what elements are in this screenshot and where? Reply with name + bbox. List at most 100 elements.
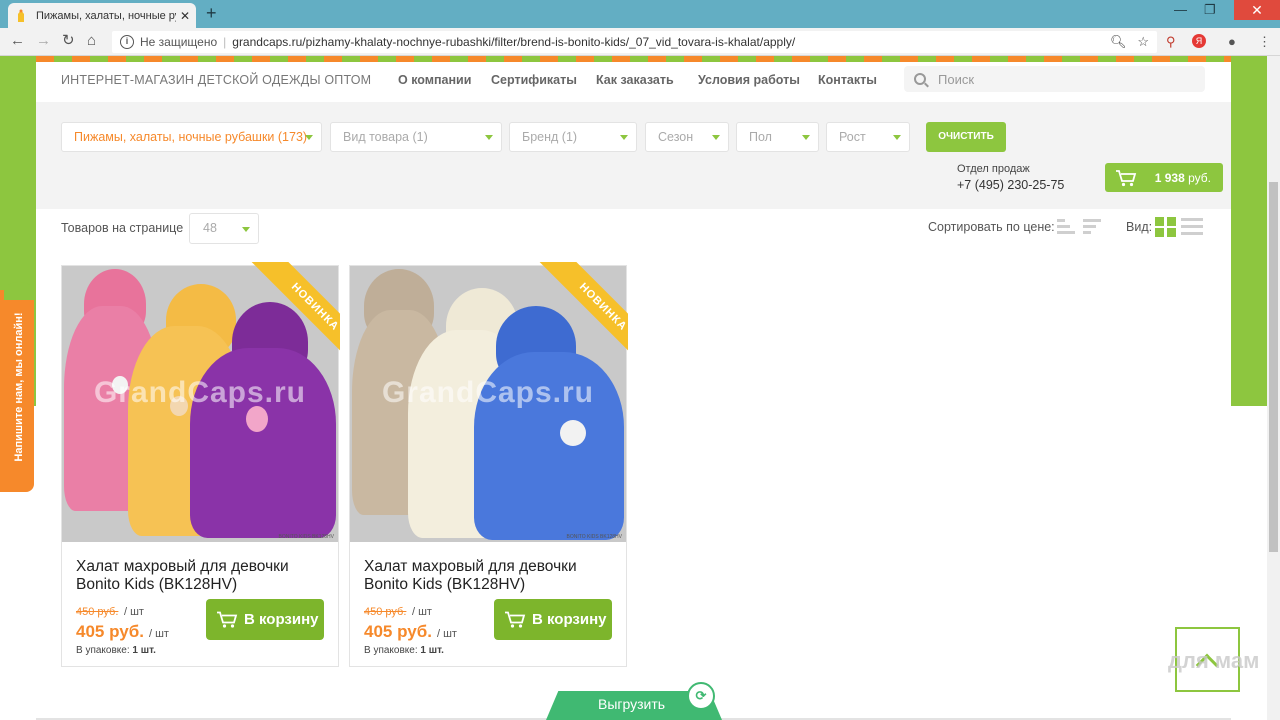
product-card[interactable]: GrandCaps.ru BONITO KIDS BK128HV НОВИНКА… (61, 262, 340, 667)
filter-season-dropdown[interactable]: Сезон (645, 122, 729, 152)
old-price-unit: / шт (124, 606, 144, 618)
security-status: Не защищено (140, 35, 218, 49)
filter-type-dropdown[interactable]: Вид товара (1) (330, 122, 502, 152)
price-unit: / шт (149, 628, 169, 640)
product-card[interactable]: GrandCaps.ru BONITO KIDS BK128HV НОВИНКА… (349, 262, 628, 667)
filter-panel: Пижамы, халаты, ночные рубашки (173) Вид… (36, 102, 1231, 209)
search-input[interactable]: Поиск (904, 66, 1205, 92)
cart-currency: руб. (1188, 171, 1211, 185)
filter-gender-label: Пол (749, 130, 772, 144)
filter-gender-dropdown[interactable]: Пол (736, 122, 819, 152)
zoom-icon[interactable]: 🔍︎ (1110, 34, 1127, 49)
url-text: grandcaps.ru/pizhamy-khalaty-nochnye-rub… (232, 35, 796, 49)
bookmark-star-icon[interactable]: ☆ (1137, 34, 1149, 49)
add-to-cart-button[interactable]: В корзину (494, 599, 612, 640)
search-icon (914, 73, 926, 85)
new-badge-label: НОВИНКА (533, 262, 628, 377)
filter-category-label: Пижамы, халаты, ночные рубашки (173) (74, 130, 308, 144)
home-icon[interactable]: ⌂ (87, 33, 96, 49)
new-badge: НОВИНКА (510, 262, 628, 380)
back-icon[interactable]: ← (10, 33, 25, 49)
product-name[interactable]: Халат махровый для девочки Bonito Kids (… (76, 558, 326, 594)
filter-category-dropdown[interactable]: Пижамы, халаты, ночные рубашки (173) (61, 122, 322, 152)
scrollbar-thumb[interactable] (1269, 182, 1278, 552)
new-tab-button[interactable]: + (206, 4, 217, 22)
reload-icon[interactable]: ↻ (62, 33, 75, 49)
pack-label: В упаковке: (364, 645, 418, 656)
list-view-icon[interactable] (1181, 217, 1203, 237)
image-caption: BONITO KIDS BK128HV (278, 534, 334, 540)
cart-button[interactable]: 1 938 руб. (1105, 163, 1223, 192)
forward-icon[interactable]: → (36, 33, 51, 49)
image-watermark: GrandCaps.ru (381, 376, 595, 409)
sales-dept-label: Отдел продаж (957, 163, 1030, 175)
add-to-cart-button[interactable]: В корзину (206, 599, 324, 640)
filter-height-label: Рост (839, 130, 866, 144)
search-placeholder: Поиск (938, 71, 975, 87)
tab-close-icon[interactable]: ✕ (180, 9, 190, 23)
image-watermark: GrandCaps.ru (93, 376, 307, 409)
cart-total: 1 938 руб. (1155, 171, 1211, 185)
sort-ascending-icon[interactable] (1057, 217, 1077, 237)
cart-icon (505, 611, 526, 628)
old-price-unit: / шт (412, 606, 432, 618)
refresh-icon[interactable]: ⟳ (687, 682, 715, 710)
view-label: Вид: (1126, 220, 1153, 234)
chat-widget-label: Напишите нам, мы онлайн! (13, 312, 25, 462)
cart-icon (1116, 169, 1137, 186)
right-green-sidebar (1231, 56, 1267, 406)
account-icon[interactable]: ● (1228, 34, 1236, 49)
tab-title: Пижамы, халаты, ночные рубаш (36, 9, 176, 22)
minimize-button[interactable]: — (1174, 2, 1187, 17)
store-brand[interactable]: ИНТЕРНЕТ-МАГАЗИН ДЕТСКОЙ ОДЕЖДЫ ОПТОМ (61, 73, 371, 87)
site-favicon-icon (18, 9, 24, 22)
clear-filters-button[interactable]: ОЧИСТИТЬ (926, 122, 1006, 152)
sort-descending-icon[interactable] (1083, 217, 1103, 237)
grid-view-icon[interactable] (1155, 217, 1177, 238)
image-caption: BONITO KIDS BK128HV (566, 534, 622, 540)
add-to-cart-label: В корзину (244, 611, 319, 628)
browser-tab-bar: Пижамы, халаты, ночные рубаш ✕ + — ❐ ✕ (0, 0, 1280, 28)
per-page-dropdown[interactable]: 48 (189, 213, 259, 244)
filter-height-dropdown[interactable]: Рост (826, 122, 910, 152)
new-badge-label: НОВИНКА (245, 262, 340, 377)
sort-label: Сортировать по цене: (928, 220, 1055, 234)
nav-about[interactable]: О компании (398, 73, 471, 87)
omnibox-actions: 🔍︎ ☆ (1110, 34, 1149, 50)
chat-widget-tab[interactable]: Напишите нам, мы онлайн! (0, 282, 34, 492)
pack-value: 1 шт. (132, 645, 156, 656)
nav-terms[interactable]: Условия работы (698, 73, 800, 87)
pack-label: В упаковке: (76, 645, 130, 656)
product-name[interactable]: Халат махровый для девочки Bonito Kids (… (364, 558, 614, 594)
cart-icon (217, 611, 238, 628)
browser-tab[interactable]: Пижамы, халаты, ночные рубаш ✕ (8, 3, 196, 28)
chevron-down-icon (242, 227, 250, 232)
url-field[interactable]: i Не защищено | grandcaps.ru/pizhamy-kha… (112, 31, 1157, 53)
chevron-down-icon (712, 135, 720, 140)
nav-how-to-order[interactable]: Как заказать (596, 73, 674, 87)
chevron-down-icon (485, 135, 493, 140)
pack-value: 1 шт. (420, 645, 444, 656)
yandex-extension-icon[interactable]: Я (1192, 34, 1206, 48)
site-header: ИНТЕРНЕТ-МАГАЗИН ДЕТСКОЙ ОДЕЖДЫ ОПТОМ О … (36, 62, 1231, 102)
price-unit: / шт (437, 628, 457, 640)
sales-phone[interactable]: +7 (495) 230-25-75 (957, 178, 1064, 192)
new-badge: НОВИНКА (222, 262, 340, 380)
menu-kebab-icon[interactable]: ⋮ (1258, 34, 1271, 50)
filter-brand-dropdown[interactable]: Бренд (1) (509, 122, 637, 152)
per-page-label: Товаров на странице (61, 221, 184, 235)
maximize-button[interactable]: ❐ (1204, 2, 1216, 18)
close-window-button[interactable]: ✕ (1234, 0, 1280, 20)
page-scrollbar[interactable] (1267, 56, 1280, 720)
site-watermark: для мам (1168, 648, 1260, 673)
filter-brand-label: Бренд (1) (522, 130, 578, 144)
site-info-icon[interactable]: i (120, 35, 134, 49)
nav-certificates[interactable]: Сертификаты (491, 73, 577, 87)
chevron-down-icon (305, 135, 313, 140)
current-price: 405 руб. (364, 622, 432, 641)
pack-info: В упаковке: 1 шт. (364, 645, 444, 656)
nav-contacts[interactable]: Контакты (818, 73, 877, 87)
url-separator: | (223, 35, 227, 49)
chevron-down-icon (893, 135, 901, 140)
extension-bike-icon[interactable]: ⚲ (1166, 34, 1176, 50)
